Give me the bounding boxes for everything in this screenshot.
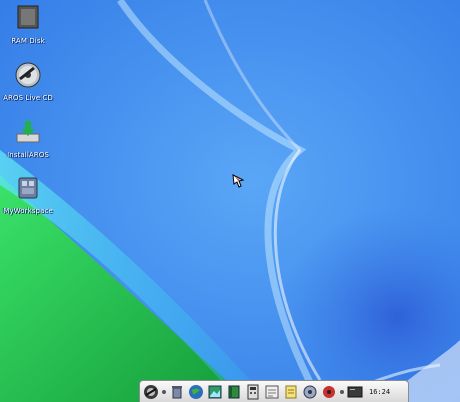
desktop-icon-installaros[interactable]: InstallAROS — [0, 118, 56, 159]
aros-logo-icon — [144, 384, 158, 399]
dock-separator — [162, 389, 166, 394]
dock-separator — [340, 389, 344, 394]
desktop-icon-ram-disk[interactable]: RAM Disk — [0, 4, 56, 45]
book-icon — [228, 385, 240, 398]
system-prefs-icon — [303, 385, 317, 398]
workspace-icon — [18, 177, 38, 199]
clock[interactable]: 16:24 — [369, 388, 390, 396]
dock-calculator[interactable] — [245, 384, 261, 400]
dock-trash[interactable] — [169, 384, 185, 400]
dock-globe[interactable] — [188, 384, 204, 400]
desktop-icon-label: AROS Live CD — [3, 94, 53, 102]
desktop-icon-aros-live-cd[interactable]: AROS Live CD — [0, 61, 56, 102]
globe-icon — [189, 384, 203, 399]
desktop-icon-label: InstallAROS — [7, 151, 49, 159]
text-editor-icon — [265, 385, 279, 398]
cd-drive-icon — [15, 62, 41, 88]
calculator-icon — [247, 384, 259, 399]
trash-icon — [172, 385, 182, 398]
dock-text-editor[interactable] — [264, 384, 280, 400]
shell-icon — [347, 386, 363, 397]
dock-shell[interactable] — [347, 384, 363, 400]
dock-aros-logo[interactable] — [143, 384, 159, 400]
image-viewer-icon — [208, 385, 222, 398]
desktop-icon-label: RAM Disk — [11, 37, 45, 45]
dock-book[interactable] — [226, 384, 242, 400]
desktop-icon-myworkspace[interactable]: MyWorkspace — [0, 174, 56, 215]
dock-image-viewer[interactable] — [207, 384, 223, 400]
install-icon — [16, 121, 40, 143]
dock-media-player[interactable] — [321, 384, 337, 400]
mouse-pointer-icon — [232, 174, 245, 188]
desktop-wallpaper — [0, 0, 460, 402]
dock: 16:24 — [139, 380, 409, 402]
notes-icon — [285, 385, 297, 398]
desktop[interactable]: RAM Disk AROS Live CD InstallAROS MyWork… — [0, 0, 460, 402]
ram-disk-icon — [17, 5, 39, 29]
dock-system-prefs[interactable] — [302, 384, 318, 400]
media-player-icon — [323, 385, 335, 398]
dock-notes[interactable] — [283, 384, 299, 400]
desktop-icon-label: MyWorkspace — [3, 207, 53, 215]
